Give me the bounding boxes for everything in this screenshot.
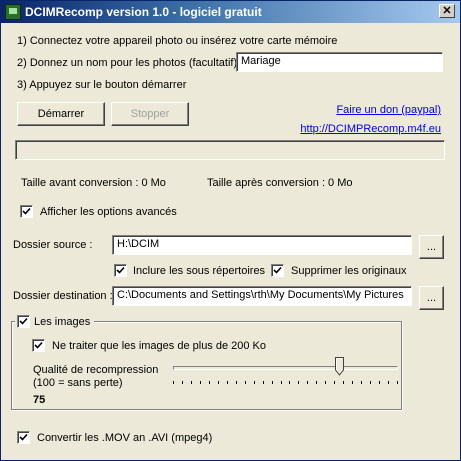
window-title: DCIMRecomp version 1.0 - logiciel gratui… [25,5,262,19]
size-after-text: Taille après conversion : 0 Mo [207,177,353,189]
slider-tick [281,381,282,384]
slider-tick [352,381,353,384]
convert-mov-checkbox[interactable] [17,431,30,444]
check-icon [22,207,31,215]
slider-tick [173,381,174,384]
only-large-images-checkbox[interactable] [32,339,45,352]
step1-text: 1) Connectez votre appareil photo ou ins… [17,35,338,47]
slider-tick [298,381,299,384]
slider-tick [334,381,335,384]
only-large-images-label: Ne traiter que les images de plus de 200… [52,340,267,352]
slider-tick [227,381,228,384]
quality-label: Qualité de recompression [33,364,159,376]
slider-tick [272,381,273,384]
step3-text: 3) Appuyez sur le bouton démarrer [17,79,187,91]
app-icon [5,4,21,20]
slider-tick [209,381,210,384]
slider-thumb-icon[interactable] [335,357,344,376]
delete-originals-label: Supprimer les originaux [291,265,407,277]
check-icon [273,266,282,274]
destination-browse-button[interactable]: ... [419,286,444,310]
slider-tick [289,381,290,384]
slider-tick [263,381,264,384]
slider-tick [245,381,246,384]
slider-tick [379,381,380,384]
slider-tick [236,381,237,384]
advanced-options-label: Afficher les options avancés [40,206,177,218]
images-group-header: Les images [15,315,95,328]
include-subdirs-checkbox[interactable] [114,264,127,277]
convert-mov-label: Convertir les .MOV an .AVI (mpeg4) [37,432,213,444]
step2-text: 2) Donnez un nom pour les photos (facult… [17,57,238,69]
quality-sublabel: (100 = sans perte) [33,377,123,389]
close-icon: ✕ [442,4,452,17]
close-button[interactable]: ✕ [439,4,455,18]
include-subdirs-label: Inclure les sous répertoires [133,265,266,277]
slider-tick [200,381,201,384]
slider-tick [254,381,255,384]
destination-folder-input[interactable]: C:\Documents and Settings\rth\My Documen… [112,286,412,306]
start-button[interactable]: Démarrer [17,102,105,126]
slider-tick [397,381,398,384]
title-bar[interactable]: DCIMRecomp version 1.0 - logiciel gratui… [1,1,460,23]
slider-tick [218,381,219,384]
images-group-label: Les images [34,315,91,328]
check-icon [116,266,125,274]
quality-slider-track[interactable] [173,366,398,370]
images-checkbox[interactable] [17,315,30,328]
stop-button[interactable]: Stopper [111,102,189,126]
source-browse-button[interactable]: ... [419,235,444,259]
website-link[interactable]: http://DCIMPRecomp.m4f.eu [300,123,441,135]
delete-originals-checkbox[interactable] [271,264,284,277]
photo-name-input[interactable]: Mariage [236,52,443,72]
check-icon [19,433,28,441]
slider-tick [182,381,183,384]
slider-tick [370,381,371,384]
quality-value: 75 [33,394,46,406]
check-icon [34,341,43,349]
slider-tick [316,381,317,384]
slider-tick [361,381,362,384]
slider-tick [307,381,308,384]
advanced-options-checkbox[interactable] [20,205,33,218]
source-folder-label: Dossier source : [13,239,93,251]
slider-tick [343,381,344,384]
app-window: DCIMRecomp version 1.0 - logiciel gratui… [0,0,461,461]
donate-link[interactable]: Faire un don (paypal) [336,104,441,116]
progress-bar [15,140,445,160]
slider-tick [325,381,326,384]
size-before-text: Taille avant conversion : 0 Mo [21,177,166,189]
destination-folder-label: Dossier destination : [13,290,113,302]
source-folder-input[interactable]: H:\DCIM [112,235,412,255]
slider-tick [388,381,389,384]
slider-tick [191,381,192,384]
check-icon [19,317,28,325]
